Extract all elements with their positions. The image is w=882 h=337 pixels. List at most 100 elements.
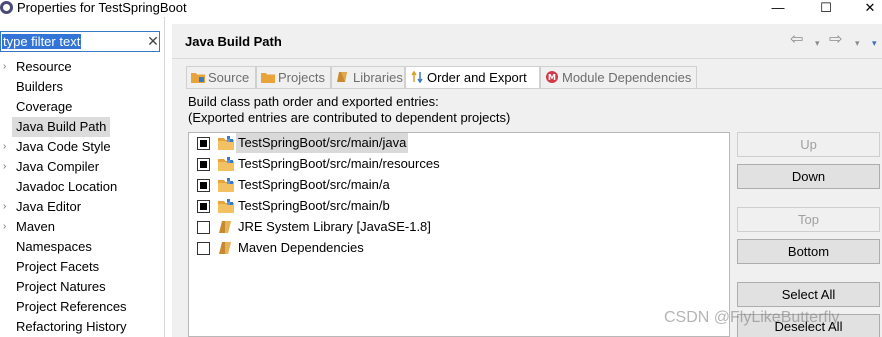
expand-arrow-icon[interactable]: › <box>3 217 11 237</box>
tab-source-label: Source <box>208 70 250 85</box>
tree-item-label: Maven <box>16 219 56 234</box>
title-separator <box>172 58 882 59</box>
tree-item-label: Project Natures <box>16 279 106 294</box>
list-item[interactable]: TestSpringBoot/src/main/b <box>197 196 717 216</box>
expand-arrow-icon[interactable]: › <box>3 137 11 157</box>
export-checkbox[interactable] <box>197 200 210 213</box>
description-line-2: (Exported entries are contributed to dep… <box>188 110 511 125</box>
export-checkbox[interactable] <box>197 221 210 234</box>
down-button[interactable]: Down <box>737 164 880 189</box>
window-title: Properties for TestSpringBoot <box>17 0 187 15</box>
entry-label: TestSpringBoot/src/main/b <box>238 198 390 213</box>
select-all-button[interactable]: Select All <box>737 282 880 307</box>
list-item[interactable]: Maven Dependencies <box>197 238 717 258</box>
library-icon <box>337 72 347 82</box>
list-item[interactable]: JRE System Library [JavaSE-1.8] <box>197 217 717 237</box>
tree-item[interactable]: Project Facets <box>0 257 165 277</box>
entry-label: JRE System Library [JavaSE-1.8] <box>238 219 431 234</box>
source-folder-icon <box>218 178 234 192</box>
page-title: Java Build Path <box>185 34 282 49</box>
tree-item[interactable]: Refactoring History <box>0 317 165 337</box>
tree-item[interactable]: › Java Editor <box>0 197 165 217</box>
forward-history-dropdown-icon[interactable]: ▾ <box>855 35 860 51</box>
source-folder-icon <box>218 136 234 150</box>
tab-libraries[interactable]: Libraries <box>331 66 405 88</box>
tree-item-label: Project Facets <box>16 259 100 274</box>
tab-content-border <box>186 88 882 89</box>
tree-item[interactable]: › Maven <box>0 217 165 237</box>
order-export-icon <box>411 71 423 83</box>
export-checkbox[interactable] <box>197 242 210 255</box>
tree-item-label: Java Build Path <box>12 117 111 137</box>
tab-projects[interactable]: Projects <box>256 66 331 88</box>
tree-item[interactable]: Builders <box>0 77 165 97</box>
svg-text:M: M <box>548 73 556 82</box>
watermark: CSDN @FlyLikeButterfly <box>664 309 840 326</box>
tree-item-label: Project References <box>16 299 127 314</box>
tab-projects-label: Projects <box>278 70 325 85</box>
tree-item[interactable]: › Resource <box>0 57 165 77</box>
description-line-1: Build class path order and exported entr… <box>188 94 439 109</box>
tree-item-label: Namespaces <box>16 239 92 254</box>
java-build-path-page: Java Build Path ⇦ ▾ ⇨ ▾ ▾ Source Project… <box>172 24 882 337</box>
close-button[interactable]: ✕ <box>850 0 882 17</box>
expand-arrow-icon[interactable]: › <box>3 197 11 217</box>
up-button[interactable]: Up <box>737 132 880 157</box>
clear-filter-icon[interactable]: ✕ <box>146 33 160 50</box>
forward-arrow-icon[interactable]: ⇨ <box>829 32 842 48</box>
filter-input-value: type filter text <box>2 34 82 49</box>
tree-item[interactable]: Coverage <box>0 97 165 117</box>
tree-item-label: Refactoring History <box>16 319 127 334</box>
tab-libraries-label: Libraries <box>353 70 403 85</box>
tab-order-and-export[interactable]: Order and Export <box>405 66 540 89</box>
tree-item-label: Coverage <box>16 99 73 114</box>
tree-item-label: Java Code Style <box>16 139 111 154</box>
library-icon <box>219 221 231 233</box>
tree-item[interactable]: › Java Code Style <box>0 137 165 157</box>
view-menu-icon[interactable]: ▾ <box>872 35 877 51</box>
source-folder-icon <box>218 199 234 213</box>
properties-category-pane: type filter text ✕ › Resource Builders Cove… <box>0 17 165 337</box>
tree-item[interactable]: Javadoc Location <box>0 177 165 197</box>
list-item[interactable]: TestSpringBoot/src/main/a <box>197 175 717 195</box>
tree-item-label: Resource <box>16 59 72 74</box>
top-button[interactable]: Top <box>737 207 880 232</box>
maximize-button[interactable]: ☐ <box>806 0 846 17</box>
tree-item-label: Builders <box>16 79 63 94</box>
library-icon <box>219 242 231 254</box>
title-bar: Properties for TestSpringBoot — ☐ ✕ <box>0 0 882 17</box>
back-arrow-icon[interactable]: ⇦ <box>790 32 803 48</box>
tree-item[interactable]: Project References <box>0 297 165 317</box>
bottom-button[interactable]: Bottom <box>737 239 880 264</box>
export-checkbox[interactable] <box>197 158 210 171</box>
tree-item[interactable]: Project Natures <box>0 277 165 297</box>
tree-item[interactable]: Java Build Path <box>0 117 165 137</box>
export-checkbox[interactable] <box>197 137 210 150</box>
tab-module-dependencies[interactable]: M Module Dependencies <box>540 66 697 88</box>
source-folder-icon <box>218 157 234 171</box>
tab-source[interactable]: Source <box>186 66 256 88</box>
entry-label: Maven Dependencies <box>238 240 364 255</box>
expand-arrow-icon[interactable]: › <box>3 57 11 77</box>
tree-item[interactable]: Namespaces <box>0 237 165 257</box>
projects-folder-icon <box>261 73 275 83</box>
tree-item-label: Javadoc Location <box>16 179 118 194</box>
list-item[interactable]: TestSpringBoot/src/main/java <box>197 133 717 153</box>
tree-item-label: Java Compiler <box>16 159 100 174</box>
entry-label: TestSpringBoot/src/main/java <box>236 133 409 153</box>
export-checkbox[interactable] <box>197 179 210 192</box>
back-history-dropdown-icon[interactable]: ▾ <box>815 35 820 51</box>
filter-input[interactable]: type filter text ✕ <box>0 31 160 52</box>
list-item[interactable]: TestSpringBoot/src/main/resources <box>197 154 717 174</box>
eclipse-app-icon <box>0 1 13 14</box>
tree-item[interactable]: › Java Compiler <box>0 157 165 177</box>
tab-order-and-export-label: Order and Export <box>427 70 527 85</box>
source-folder-icon <box>191 73 205 83</box>
tab-module-dependencies-label: Module Dependencies <box>562 70 692 85</box>
tree-item-label: Java Editor <box>16 199 82 214</box>
build-path-entries-list[interactable]: TestSpringBoot/src/main/java TestSpringBo… <box>188 132 730 337</box>
entry-label: TestSpringBoot/src/main/resources <box>238 156 440 171</box>
minimize-button[interactable]: — <box>758 0 798 17</box>
module-icon: M <box>546 71 558 83</box>
expand-arrow-icon[interactable]: › <box>3 157 11 177</box>
